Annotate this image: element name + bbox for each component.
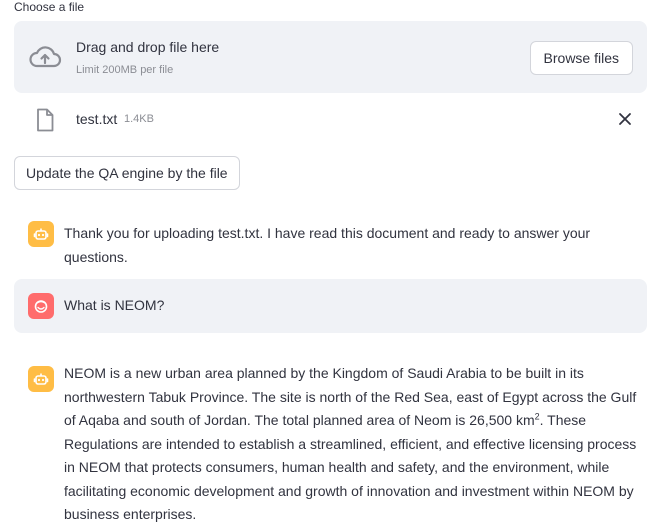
file-icon xyxy=(37,108,54,132)
message-text: NEOM is a new urban area planned by the … xyxy=(64,362,637,527)
cloud-upload-icon xyxy=(29,46,62,68)
message-text: What is NEOM? xyxy=(64,297,165,313)
robot-icon xyxy=(28,366,54,392)
chat-message-assistant: Thank you for uploading test.txt. I have… xyxy=(14,212,647,265)
message-text: Thank you for uploading test.txt. I have… xyxy=(64,225,591,265)
dropzone-limit: Limit 200MB per file xyxy=(76,64,174,76)
uploaded-file: test.txt 1.4KB xyxy=(14,105,647,137)
file-name: test.txt xyxy=(76,111,118,127)
chat-message-assistant: NEOM is a new urban area planned by the … xyxy=(14,355,647,522)
file-uploader-label: Choose a file xyxy=(14,0,85,14)
update-qa-engine-button[interactable]: Update the QA engine by the file xyxy=(14,156,240,190)
close-icon[interactable] xyxy=(617,111,633,127)
file-size: 1.4KB xyxy=(124,113,154,125)
dropzone-instructions: Drag and drop file here xyxy=(76,39,220,55)
file-dropzone[interactable]: Drag and drop file here Limit 200MB per … xyxy=(14,21,647,93)
message-text-part: . These Regulations are intended to esta… xyxy=(64,412,637,522)
robot-icon xyxy=(28,221,54,247)
user-face-icon xyxy=(28,293,54,319)
browse-files-button[interactable]: Browse files xyxy=(529,41,633,75)
chat-message-user: What is NEOM? xyxy=(14,279,647,333)
